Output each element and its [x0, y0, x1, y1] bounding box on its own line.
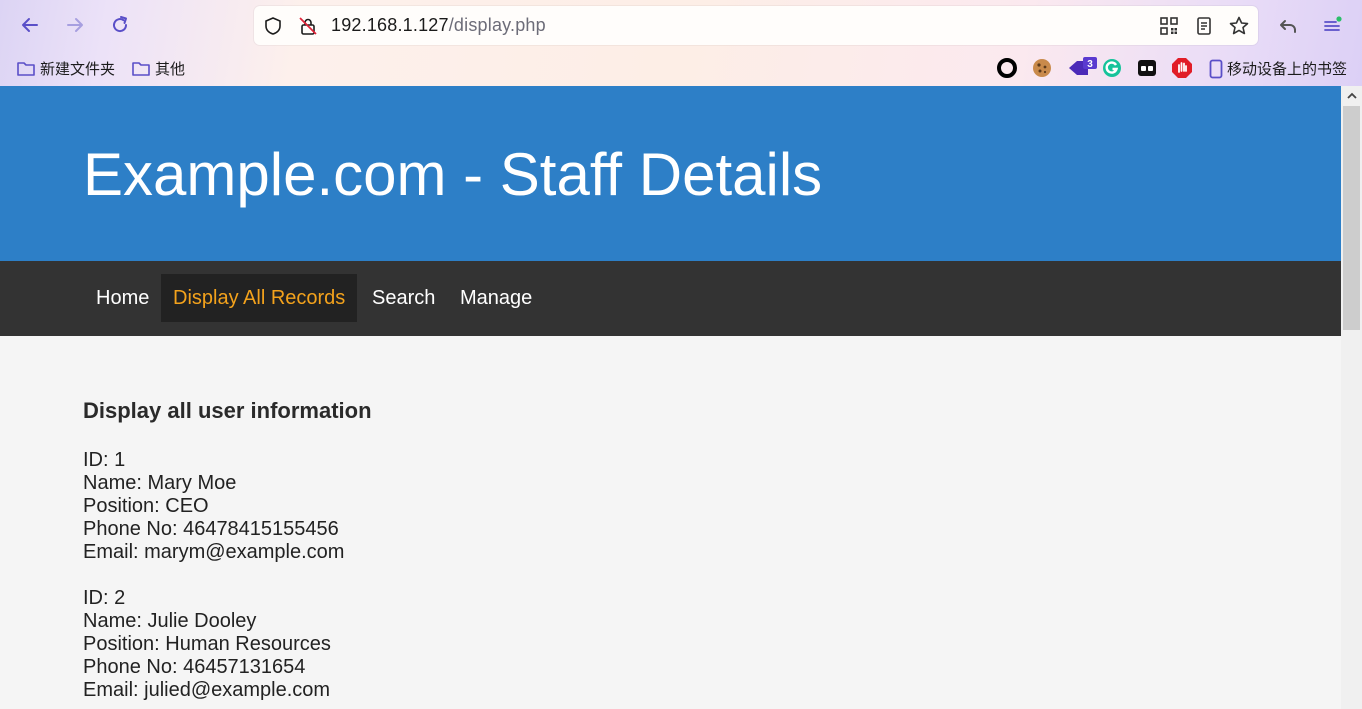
address-bar[interactable]: 192.168.1.127/display.php — [254, 6, 1258, 45]
back-arrow-icon — [22, 18, 38, 32]
shield-icon[interactable] — [262, 15, 284, 37]
bookmark-folder-label: 其他 — [155, 61, 186, 78]
site-title: Example.com - Staff Details — [83, 141, 823, 208]
web-page: Example.com - Staff Details Home Display… — [0, 86, 1341, 709]
menu-button[interactable] — [1317, 10, 1347, 40]
reload-icon — [113, 16, 128, 33]
scrollbar-thumb[interactable] — [1343, 106, 1360, 330]
insecure-lock-icon[interactable] — [297, 15, 319, 37]
vertical-scrollbar[interactable] — [1341, 86, 1362, 709]
record-name: Name: Mary Moe — [83, 472, 237, 494]
record-id: ID: 2 — [83, 587, 126, 609]
back-button[interactable] — [15, 10, 45, 40]
extension-mask-icon[interactable] — [1136, 57, 1158, 79]
record-phone: Phone No: 46478415155456 — [83, 518, 339, 540]
reader-view-icon[interactable] — [1193, 15, 1215, 37]
bookmark-folder-label: 新建文件夹 — [40, 61, 116, 78]
site-header: Example.com - Staff Details — [0, 86, 1341, 261]
folder-icon — [132, 61, 150, 76]
extension-tag-icon[interactable]: 3 — [1068, 57, 1098, 79]
scroll-up-button[interactable] — [1341, 86, 1362, 106]
record-id: ID: 1 — [83, 449, 126, 471]
section-heading: Display all user information — [83, 398, 372, 423]
chevron-up-icon — [1346, 92, 1357, 99]
hamburger-menu-icon — [1324, 16, 1342, 31]
nav-link-manage[interactable]: Manage — [448, 274, 544, 322]
record-position: Position: CEO — [83, 495, 209, 517]
reload-button[interactable] — [105, 10, 135, 40]
mobile-bookmarks[interactable]: 移动设备上的书签 — [1209, 58, 1347, 79]
record-position: Position: Human Resources — [83, 633, 331, 655]
undo-arrow-icon — [1280, 20, 1296, 33]
user-record: ID: 1 Name: Mary Moe Position: CEO Phone… — [83, 449, 1183, 564]
bookmark-star-icon[interactable] — [1228, 15, 1250, 37]
forward-button[interactable] — [60, 10, 90, 40]
grammarly-icon[interactable] — [1101, 57, 1123, 79]
mobile-device-icon — [1209, 59, 1223, 78]
extension-badge-count: 3 — [1087, 59, 1093, 70]
qr-code-icon[interactable] — [1158, 15, 1180, 37]
bookmark-folder-new[interactable]: 新建文件夹 — [16, 58, 115, 79]
url-path: /display.php — [448, 15, 546, 35]
mobile-bookmarks-label: 移动设备上的书签 — [1227, 61, 1348, 78]
browser-chrome: 192.168.1.127/display.php 新建文件夹 其他 移动设备上… — [0, 0, 1362, 86]
nav-link-search[interactable]: Search — [360, 274, 447, 322]
bookmark-folder-other[interactable]: 其他 — [131, 58, 185, 79]
record-phone: Phone No: 46457131654 — [83, 656, 306, 678]
extension-ring-icon[interactable] — [996, 57, 1018, 79]
record-email: Email: julied@example.com — [83, 679, 331, 701]
url-text[interactable]: 192.168.1.127/display.php — [331, 15, 546, 36]
history-back-button[interactable] — [1273, 10, 1303, 40]
nav-link-home[interactable]: Home — [84, 274, 161, 322]
folder-icon — [17, 61, 35, 76]
records-section: Display all user information ID: 1 Name:… — [83, 397, 1183, 709]
url-host: 192.168.1.127 — [331, 15, 449, 35]
nav-link-display-all-records[interactable]: Display All Records — [161, 274, 358, 322]
main-navigation: Home Display All Records Search Manage — [0, 261, 1341, 336]
record-email: Email: marym@example.com — [83, 541, 345, 563]
user-record: ID: 2 Name: Julie Dooley Position: Human… — [83, 587, 1183, 702]
adblock-hand-icon[interactable] — [1171, 57, 1193, 79]
record-name: Name: Julie Dooley — [83, 610, 257, 632]
extension-cookie-icon[interactable] — [1031, 57, 1053, 79]
forward-arrow-icon — [67, 18, 83, 32]
